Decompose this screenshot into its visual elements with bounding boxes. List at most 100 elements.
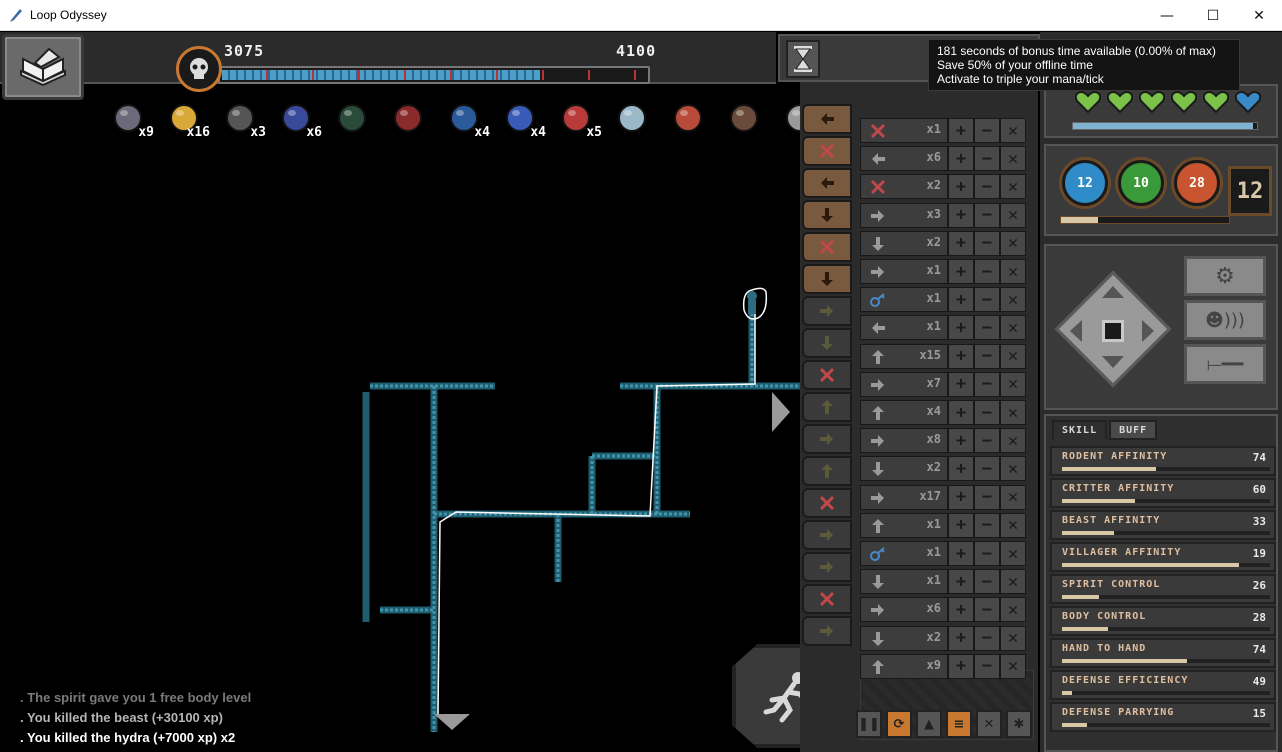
queue-action[interactable]: x1 <box>860 287 948 313</box>
skill-row[interactable]: HAND TO HAND 74 <box>1050 638 1276 668</box>
queue-remove-button[interactable]: ✕ <box>1000 202 1026 228</box>
repeat-button[interactable]: ⟳ <box>886 710 912 738</box>
skill-row[interactable]: VILLAGER AFFINITY 19 <box>1050 542 1276 572</box>
queue-action[interactable]: x4 <box>860 400 948 425</box>
inventory-item[interactable] <box>716 88 772 144</box>
queue-minus-button[interactable]: − <box>974 484 1000 510</box>
dpad-left-arrow[interactable] <box>1070 320 1082 342</box>
inventory-item[interactable]: x4 <box>492 88 548 144</box>
queue-action[interactable]: x8 <box>860 428 948 454</box>
tab-skill[interactable]: SKILL <box>1052 420 1108 440</box>
queue-minus-button[interactable]: − <box>974 259 1000 284</box>
skill-row[interactable]: BODY CONTROL 28 <box>1050 606 1276 636</box>
action-tab[interactable] <box>802 616 852 646</box>
inventory-item[interactable]: x6 <box>268 88 324 144</box>
queue-minus-button[interactable]: − <box>974 118 1000 143</box>
queue-minus-button[interactable]: − <box>974 400 1000 425</box>
queue-remove-button[interactable]: ✕ <box>1000 484 1026 510</box>
action-tab[interactable] <box>802 584 852 614</box>
map-scroll-down-arrow[interactable] <box>434 714 470 730</box>
queue-plus-button[interactable]: + <box>948 541 974 566</box>
queue-plus-button[interactable]: + <box>948 653 974 679</box>
clear-button[interactable]: ✕ <box>976 710 1002 738</box>
queue-action[interactable]: x1 <box>860 118 948 143</box>
action-tab[interactable] <box>802 456 852 486</box>
queue-minus-button[interactable]: − <box>974 287 1000 313</box>
queue-plus-button[interactable]: + <box>948 569 974 595</box>
queue-action[interactable]: x1 <box>860 569 948 595</box>
inventory-item[interactable] <box>324 88 380 144</box>
queue-minus-button[interactable]: − <box>974 343 1000 369</box>
inventory-item[interactable]: x5 <box>548 88 604 144</box>
skill-row[interactable]: DEFENSE EFFICIENCY 49 <box>1050 670 1276 700</box>
queue-minus-button[interactable]: − <box>974 597 1000 623</box>
list-button[interactable]: ≡ <box>946 710 972 738</box>
queue-remove-button[interactable]: ✕ <box>1000 259 1026 284</box>
action-tab[interactable] <box>802 200 852 230</box>
minimize-button[interactable]: — <box>1144 0 1190 31</box>
queue-plus-button[interactable]: + <box>948 315 974 341</box>
queue-plus-button[interactable]: + <box>948 456 974 482</box>
queue-minus-button[interactable]: − <box>974 174 1000 200</box>
queue-remove-button[interactable]: ✕ <box>1000 118 1026 143</box>
queue-minus-button[interactable]: − <box>974 569 1000 595</box>
action-tab[interactable] <box>802 520 852 550</box>
queue-plus-button[interactable]: + <box>948 287 974 313</box>
bonus-time-button[interactable] <box>786 40 820 78</box>
settings-button[interactable]: ✱ <box>1006 710 1032 738</box>
queue-plus-button[interactable]: + <box>948 146 974 172</box>
queue-minus-button[interactable]: − <box>974 456 1000 482</box>
queue-action[interactable]: x2 <box>860 456 948 482</box>
skill-row[interactable]: CRITTER AFFINITY 60 <box>1050 478 1276 508</box>
inventory-item[interactable]: x3 <box>212 88 268 144</box>
queue-plus-button[interactable]: + <box>948 202 974 228</box>
queue-remove-button[interactable]: ✕ <box>1000 371 1026 397</box>
dpad-center-button[interactable] <box>1102 320 1124 342</box>
queue-minus-button[interactable]: − <box>974 146 1000 172</box>
queue-remove-button[interactable]: ✕ <box>1000 541 1026 566</box>
dpad-right-arrow[interactable] <box>1142 320 1154 342</box>
inventory-item[interactable]: x9 <box>100 88 156 144</box>
action-tab[interactable] <box>802 392 852 422</box>
queue-remove-button[interactable]: ✕ <box>1000 428 1026 454</box>
inventory-item[interactable] <box>604 88 660 144</box>
queue-plus-button[interactable]: + <box>948 484 974 510</box>
queue-plus-button[interactable]: + <box>948 512 974 538</box>
queue-plus-button[interactable]: + <box>948 625 974 651</box>
queue-minus-button[interactable]: − <box>974 230 1000 256</box>
queue-plus-button[interactable]: + <box>948 230 974 256</box>
talk-button[interactable]: ☻))) <box>1184 300 1266 340</box>
inventory-item[interactable] <box>380 88 436 144</box>
maximize-button[interactable]: ☐ <box>1190 0 1236 31</box>
map-scroll-right-arrow[interactable] <box>772 392 790 432</box>
queue-remove-button[interactable]: ✕ <box>1000 400 1026 425</box>
queue-action[interactable]: x17 <box>860 484 948 510</box>
queue-action[interactable]: x15 <box>860 343 948 369</box>
skill-row[interactable]: BEAST AFFINITY 33 <box>1050 510 1276 540</box>
action-tab[interactable] <box>802 232 852 262</box>
queue-action[interactable]: x2 <box>860 174 948 200</box>
queue-minus-button[interactable]: − <box>974 541 1000 566</box>
queue-plus-button[interactable]: + <box>948 597 974 623</box>
close-button[interactable]: ✕ <box>1236 0 1282 31</box>
queue-remove-button[interactable]: ✕ <box>1000 512 1026 538</box>
action-tab[interactable] <box>802 296 852 326</box>
queue-remove-button[interactable]: ✕ <box>1000 653 1026 679</box>
queue-remove-button[interactable]: ✕ <box>1000 174 1026 200</box>
queue-plus-button[interactable]: + <box>948 428 974 454</box>
queue-remove-button[interactable]: ✕ <box>1000 343 1026 369</box>
queue-remove-button[interactable]: ✕ <box>1000 315 1026 341</box>
queue-remove-button[interactable]: ✕ <box>1000 456 1026 482</box>
queue-action[interactable]: x6 <box>860 146 948 172</box>
queue-remove-button[interactable]: ✕ <box>1000 230 1026 256</box>
action-tab[interactable] <box>802 360 852 390</box>
queue-remove-button[interactable]: ✕ <box>1000 597 1026 623</box>
queue-action[interactable]: x1 <box>860 512 948 538</box>
queue-minus-button[interactable]: − <box>974 315 1000 341</box>
action-tab[interactable] <box>802 104 852 134</box>
queue-minus-button[interactable]: − <box>974 371 1000 397</box>
queue-plus-button[interactable]: + <box>948 343 974 369</box>
queue-minus-button[interactable]: − <box>974 625 1000 651</box>
action-tab[interactable] <box>802 136 852 166</box>
skill-row[interactable]: SPIRIT CONTROL 26 <box>1050 574 1276 604</box>
